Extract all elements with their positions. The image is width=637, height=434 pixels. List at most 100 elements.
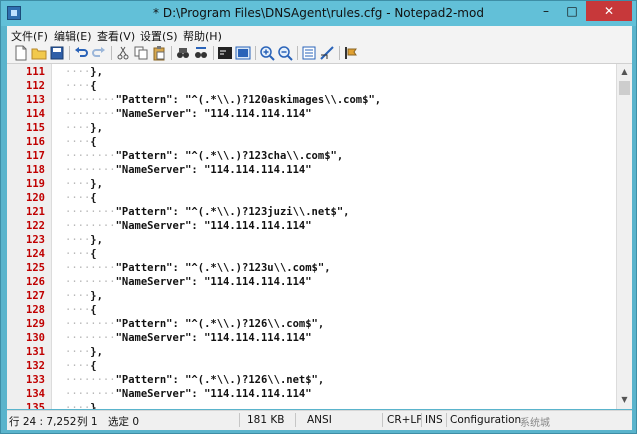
line-number: 118 xyxy=(26,164,45,176)
line-text: ········"NameServer": "114.114.114.114" xyxy=(65,164,312,176)
status-encoding[interactable]: ANSI xyxy=(307,414,332,426)
scroll-thumb[interactable] xyxy=(619,81,630,95)
line-number: 130 xyxy=(26,332,45,344)
whitespace-marker: ···· xyxy=(65,304,91,316)
code-line[interactable]: 123 ····}, xyxy=(7,233,616,247)
whitespace-marker: ···· xyxy=(65,402,91,409)
whitespace-marker: ········ xyxy=(65,94,116,106)
line-text: ········"Pattern": "^(.*\\.)?123u\\.com$… xyxy=(65,262,331,274)
line-number: 122 xyxy=(26,220,45,232)
save-icon[interactable] xyxy=(49,45,65,61)
code-line[interactable]: 129 ········"Pattern": "^(.*\\.)?126\\.co… xyxy=(7,317,616,331)
status-divider xyxy=(382,413,383,427)
code-line[interactable]: 126 ········"NameServer": "114.114.114.11… xyxy=(7,275,616,289)
whitespace-marker: ········ xyxy=(65,150,116,162)
code-line[interactable]: 119 ····}, xyxy=(7,177,616,191)
status-divider xyxy=(295,413,296,427)
line-number: 112 xyxy=(26,80,45,92)
menu-settings[interactable]: 设置(S) xyxy=(140,28,178,44)
whitespace-marker: ········ xyxy=(65,108,116,120)
line-text: ········"NameServer": "114.114.114.114" xyxy=(65,332,312,344)
scheme-icon[interactable] xyxy=(319,45,335,61)
code-line[interactable]: 112 ····{ xyxy=(7,79,616,93)
scroll-up-arrow-icon[interactable]: ▲ xyxy=(617,64,632,80)
scroll-down-arrow-icon[interactable]: ▼ xyxy=(617,392,632,408)
replace-icon[interactable] xyxy=(193,45,209,61)
toolbar-separator xyxy=(297,46,298,60)
whitespace-marker: ········ xyxy=(65,276,116,288)
code-line[interactable]: 116 ····{ xyxy=(7,135,616,149)
whitespace-marker: ········ xyxy=(65,332,116,344)
status-mode[interactable]: INS xyxy=(425,414,443,426)
minimize-button[interactable]: – xyxy=(533,1,559,21)
code-line[interactable]: 125 ········"Pattern": "^(.*\\.)?123u\\.c… xyxy=(7,261,616,275)
settings-icon[interactable] xyxy=(301,45,317,61)
status-scheme[interactable]: Configuration xyxy=(450,414,521,426)
find-icon[interactable] xyxy=(175,45,191,61)
toolbar-separator xyxy=(171,46,172,60)
undo-icon[interactable] xyxy=(73,45,89,61)
code-line[interactable]: 113 ········"Pattern": "^(.*\\.)?120askim… xyxy=(7,93,616,107)
code-line[interactable]: 130 ········"NameServer": "114.114.114.11… xyxy=(7,331,616,345)
toolbar-separator xyxy=(255,46,256,60)
toolbar-separator xyxy=(69,46,70,60)
status-divider xyxy=(239,413,240,427)
new-icon[interactable] xyxy=(13,45,29,61)
status-divider xyxy=(446,413,447,427)
code-line[interactable]: 131 ····}, xyxy=(7,345,616,359)
toolbar-separator xyxy=(111,46,112,60)
code-line[interactable]: 114 ········"NameServer": "114.114.114.11… xyxy=(7,107,616,121)
toolbar xyxy=(7,43,632,64)
text-editor[interactable]: 111 ····}, 112 ····{ 113 ········"Pattern": "… xyxy=(7,64,616,409)
code-line[interactable]: 133 ········"Pattern": "^(.*\\.)?126\\.ne… xyxy=(7,373,616,387)
menu-help[interactable]: 帮助(H) xyxy=(183,28,222,44)
status-column: 列 1 xyxy=(77,416,98,428)
zoom-in-icon[interactable] xyxy=(259,45,275,61)
whitespace-marker: ···· xyxy=(65,192,91,204)
line-number: 116 xyxy=(26,136,45,148)
line-text: ····{ xyxy=(65,192,97,204)
whitespace-marker: ········ xyxy=(65,262,116,274)
line-number: 115 xyxy=(26,122,45,134)
code-line[interactable]: 122 ········"NameServer": "114.114.114.11… xyxy=(7,219,616,233)
line-number: 127 xyxy=(26,290,45,302)
redo-icon[interactable] xyxy=(91,45,107,61)
whitespace-marker: ···· xyxy=(65,80,91,92)
code-line[interactable]: 135 ····}, xyxy=(7,401,616,409)
line-number: 113 xyxy=(26,94,45,106)
open-icon[interactable] xyxy=(31,45,47,61)
line-text: ····}, xyxy=(65,122,103,134)
code-line[interactable]: 134 ········"NameServer": "114.114.114.11… xyxy=(7,387,616,401)
line-text: ····}, xyxy=(65,290,103,302)
always-on-top-icon[interactable] xyxy=(343,45,359,61)
code-line[interactable]: 132 ····{ xyxy=(7,359,616,373)
view-icon[interactable] xyxy=(235,45,251,61)
code-line[interactable]: 121 ········"Pattern": "^(.*\\.)?123juzi\… xyxy=(7,205,616,219)
vertical-scrollbar[interactable]: ▲ ▼ xyxy=(616,64,632,409)
code-line[interactable]: 127 ····}, xyxy=(7,289,616,303)
title-bar[interactable]: * D:\Program Files\DNSAgent\rules.cfg - … xyxy=(1,1,636,26)
code-line[interactable]: 124 ····{ xyxy=(7,247,616,261)
menu-view[interactable]: 查看(V) xyxy=(97,28,135,44)
whitespace-marker: ···· xyxy=(65,290,91,302)
line-text: ········"Pattern": "^(.*\\.)?123juzi\\.n… xyxy=(65,206,350,218)
copy-icon[interactable] xyxy=(133,45,149,61)
close-button[interactable]: ✕ xyxy=(586,1,632,21)
whitespace-marker: ········ xyxy=(65,220,116,232)
line-number: 129 xyxy=(26,318,45,330)
maximize-button[interactable]: □ xyxy=(559,1,585,21)
word-wrap-icon[interactable] xyxy=(217,45,233,61)
code-line[interactable]: 128 ····{ xyxy=(7,303,616,317)
code-line[interactable]: 120 ····{ xyxy=(7,191,616,205)
menu-edit[interactable]: 编辑(E) xyxy=(54,28,92,44)
line-number: 135 xyxy=(26,402,45,409)
code-line[interactable]: 111 ····}, xyxy=(7,65,616,79)
paste-icon[interactable] xyxy=(151,45,167,61)
menu-file[interactable]: 文件(F) xyxy=(11,28,48,44)
code-line[interactable]: 115 ····}, xyxy=(7,121,616,135)
code-line[interactable]: 117 ········"Pattern": "^(.*\\.)?123cha\\… xyxy=(7,149,616,163)
status-line-ending[interactable]: CR+LF xyxy=(387,414,422,426)
zoom-out-icon[interactable] xyxy=(277,45,293,61)
cut-icon[interactable] xyxy=(115,45,131,61)
code-line[interactable]: 118 ········"NameServer": "114.114.114.11… xyxy=(7,163,616,177)
